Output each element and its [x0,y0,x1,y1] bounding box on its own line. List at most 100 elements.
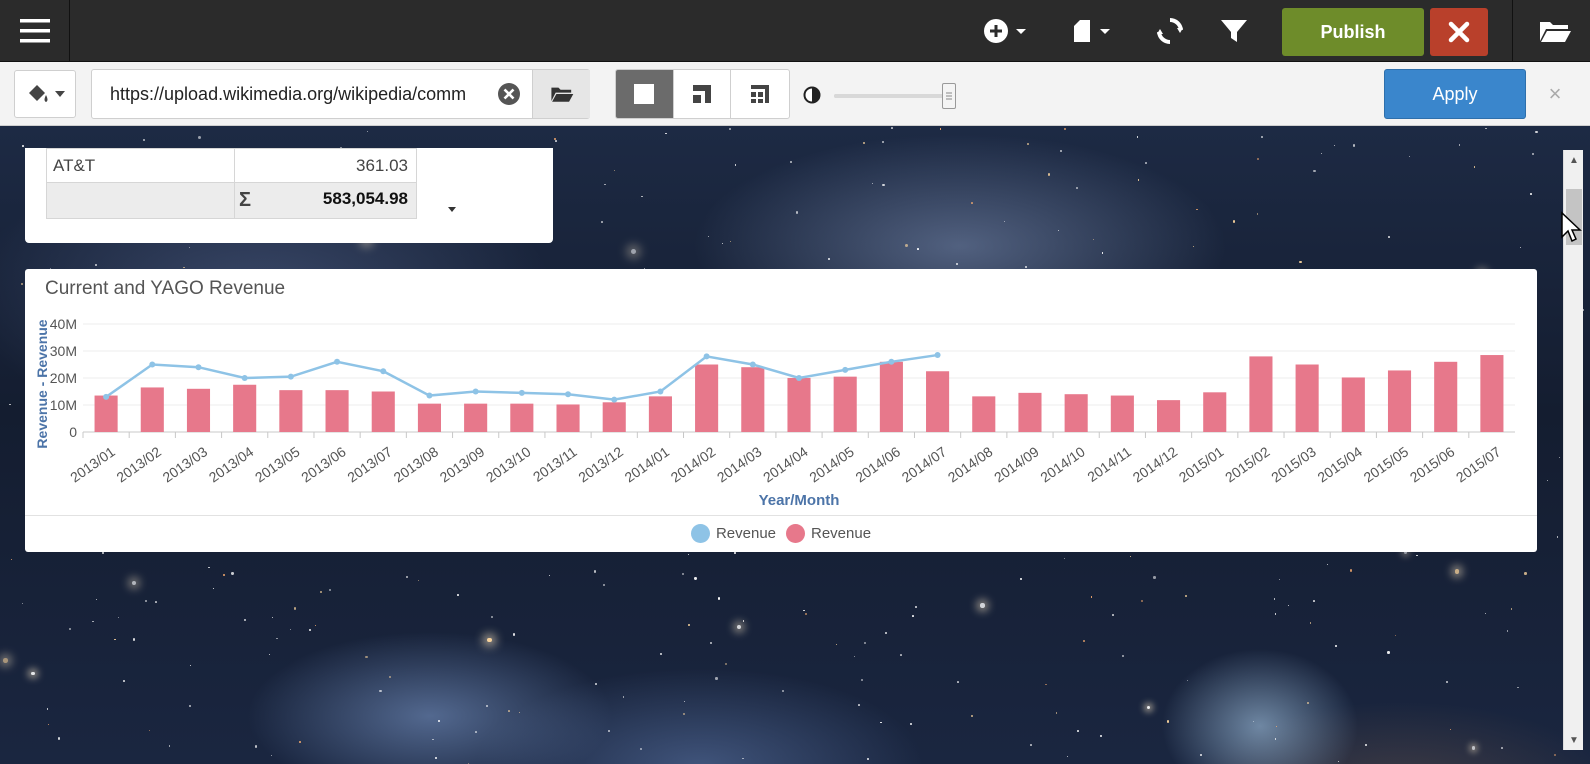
star [1458,144,1461,147]
legend-item-line[interactable]: Revenue [690,523,776,543]
refresh-button[interactable] [1148,0,1192,62]
star [1140,599,1144,603]
star [1353,144,1356,147]
legend-item-bar[interactable]: Revenue [786,523,871,543]
clear-url-button[interactable] [489,70,529,118]
star [1450,728,1452,730]
publish-button[interactable]: Publish [1282,8,1424,56]
star [593,570,597,573]
x-tick-label: 2014/07 [899,443,950,485]
star [475,731,477,733]
star [660,653,662,655]
star [683,700,686,703]
star [555,140,557,142]
star [980,603,985,608]
line-point [103,393,110,400]
star [308,629,311,632]
opacity-slider[interactable] [834,83,956,109]
bar [972,396,996,432]
fit-tile-button[interactable] [731,70,789,118]
star [1326,564,1328,566]
revenue-chart-card: Current and YAGO Revenue 0 10M 20M 30M 40M Re… [25,269,1537,552]
star [1077,729,1080,732]
caret-down-icon[interactable] [445,202,459,216]
star [858,704,861,706]
image-fit-toggle [615,69,790,119]
star [1364,743,1367,746]
star [1409,156,1411,158]
star [715,677,718,680]
star [208,567,210,569]
star [22,602,24,604]
line-point [749,361,756,368]
line-point [888,358,895,365]
star [1313,169,1316,173]
filter-button[interactable] [1212,0,1256,62]
star [1060,149,1063,153]
open-folder-button[interactable] [1520,0,1590,62]
star [862,141,866,145]
star [1003,220,1006,223]
star [254,745,258,748]
line-point [565,391,572,398]
line-point [149,361,156,368]
fit-fill-button[interactable] [616,70,674,118]
star [909,722,912,725]
star [1063,127,1067,131]
summary-table-card: AT&T 361.03 Σ 583,054.98 [25,148,553,243]
star [270,754,273,757]
background-url-input[interactable] [110,70,466,118]
star [244,619,246,621]
star [1102,252,1104,254]
browse-images-button[interactable] [532,70,590,118]
star [687,553,690,556]
fill-color-button[interactable] [14,70,76,118]
apply-button[interactable]: Apply [1384,69,1526,119]
star [863,642,866,645]
star [804,612,808,616]
star [1199,754,1202,757]
star [904,244,908,248]
bar [879,361,903,432]
bar [371,391,395,432]
scroll-up-icon[interactable]: ▲ [1564,150,1584,170]
bar [1064,394,1088,432]
star [630,249,636,255]
menu-icon[interactable] [0,0,70,62]
star [197,135,201,139]
bar [602,402,626,432]
close-button[interactable] [1430,8,1488,56]
y-tick-label: 10M [50,397,77,413]
star [1506,630,1509,632]
star [512,633,516,636]
star [721,242,723,244]
star [1387,651,1390,654]
opacity-slider-handle[interactable] [941,83,956,109]
star [1531,153,1534,156]
star [694,577,697,580]
x-tick-label: 2014/02 [668,443,719,485]
star [736,624,741,629]
top-bar: Publish [0,0,1590,62]
refresh-icon [1157,17,1183,45]
star [1257,158,1260,161]
add-menu-button[interactable] [978,0,1038,62]
star [641,195,643,197]
x-tick-label: 2014/09 [991,443,1042,485]
star [795,211,799,214]
close-toolbar-button[interactable]: × [1540,79,1570,109]
star [1349,569,1352,572]
star [1273,597,1276,600]
fit-stretch-button[interactable] [674,70,732,118]
bar [648,396,672,432]
bar [94,395,118,432]
star [3,658,8,663]
star [734,164,737,166]
star [1064,558,1066,560]
paint-bucket-icon [29,85,48,102]
star [1556,536,1559,538]
scroll-down-icon[interactable]: ▼ [1564,730,1584,750]
star [614,169,616,172]
page-menu-button[interactable] [1065,0,1121,62]
x-tick-label: 2013/06 [298,443,349,485]
